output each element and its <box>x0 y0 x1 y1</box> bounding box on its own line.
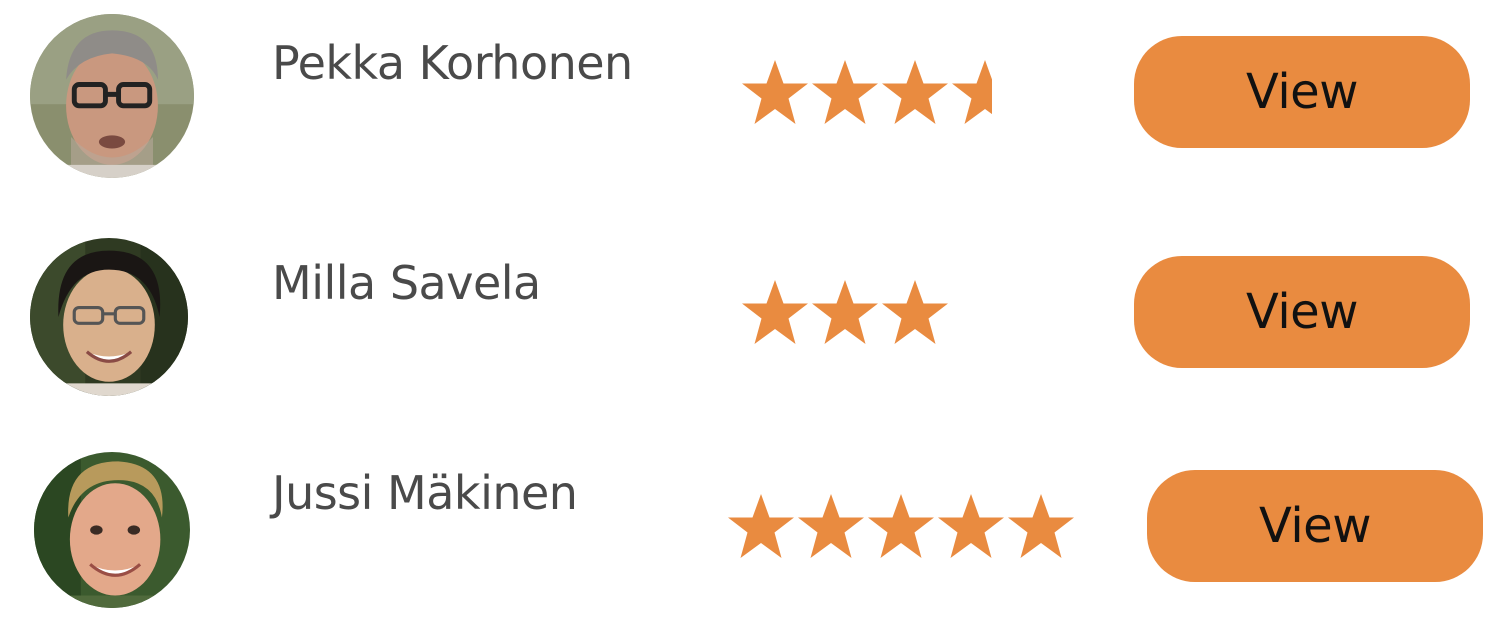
view-button[interactable]: View <box>1134 36 1470 148</box>
star-icon <box>866 492 936 562</box>
star-icon <box>796 492 866 562</box>
star-rating <box>726 492 1076 562</box>
star-icon <box>740 278 810 348</box>
star-icon <box>936 492 1006 562</box>
star-icon <box>810 58 880 128</box>
star-icon <box>880 278 950 348</box>
star-icon <box>950 58 1020 128</box>
star-icon <box>726 492 796 562</box>
avatar <box>30 238 188 396</box>
star-icon <box>810 278 880 348</box>
star-rating <box>740 278 950 348</box>
star-rating <box>740 58 1020 128</box>
star-icon <box>880 58 950 128</box>
star-icon <box>1006 492 1076 562</box>
person-name: Jussi Mäkinen <box>272 466 578 520</box>
avatar <box>34 452 190 608</box>
person-name: Pekka Korhonen <box>272 36 633 90</box>
view-button[interactable]: View <box>1147 470 1483 582</box>
star-icon <box>740 58 810 128</box>
person-name: Milla Savela <box>272 256 541 310</box>
view-button[interactable]: View <box>1134 256 1470 368</box>
avatar <box>30 14 194 178</box>
